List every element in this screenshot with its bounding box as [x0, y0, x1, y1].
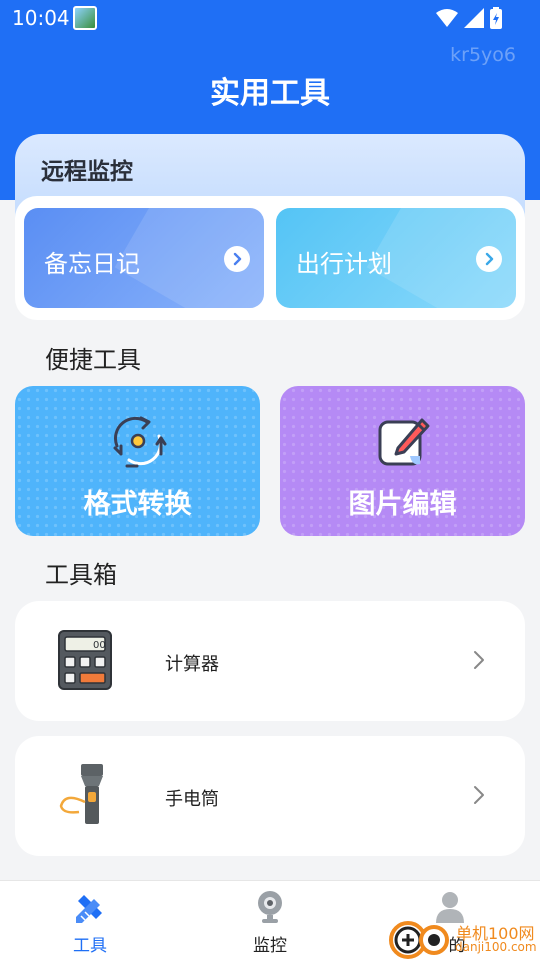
- wifi-icon: [436, 9, 458, 27]
- format-convert-card[interactable]: 格式转换: [15, 386, 260, 536]
- status-time: 10:04: [12, 6, 70, 30]
- format-convert-label: 格式转换: [83, 489, 192, 520]
- calculator-label: 计算器: [165, 654, 219, 675]
- site-logo-icon: [389, 921, 449, 959]
- remote-monitor-panel: 备忘日记 出行计划: [15, 196, 525, 320]
- signal-icon: [464, 8, 484, 28]
- chevron-right-icon: [474, 786, 484, 804]
- flashlight-icon: [59, 764, 103, 824]
- memo-diary-card[interactable]: 备忘日记: [24, 208, 264, 308]
- status-bar: 10:04: [0, 0, 540, 36]
- calculator-icon: 00: [58, 630, 112, 690]
- svg-text:00: 00: [93, 640, 106, 651]
- image-edit-label: 图片编辑: [348, 489, 457, 520]
- quick-tools-title: 便捷工具: [45, 346, 141, 374]
- nav-tab-tools[interactable]: 工具: [40, 889, 140, 956]
- nav-monitor-label: 监控: [253, 936, 287, 956]
- convert-icon: [113, 416, 167, 468]
- chevron-right-icon: [476, 246, 502, 272]
- memo-diary-label: 备忘日记: [44, 250, 140, 278]
- page-title: 实用工具: [210, 76, 330, 111]
- edit-image-icon: [378, 418, 430, 466]
- notification-app-icon: [73, 6, 97, 30]
- nav-tools-label: 工具: [73, 936, 107, 956]
- site-watermark-url: danji100.com: [455, 940, 537, 954]
- toolbox-title: 工具箱: [45, 561, 117, 589]
- calculator-row[interactable]: 00 计算器: [15, 601, 525, 721]
- nav-tab-monitor[interactable]: 监控: [220, 889, 320, 956]
- flashlight-row[interactable]: 手电筒: [15, 736, 525, 856]
- status-icons: [436, 7, 502, 29]
- battery-icon: [490, 7, 502, 29]
- webcam-icon: [258, 891, 282, 923]
- watermark: kr5yo6: [450, 44, 516, 66]
- remote-monitor-title: 远程监控: [41, 159, 133, 185]
- travel-plan-card[interactable]: 出行计划: [276, 208, 516, 308]
- remote-monitor-card: 远程监控 备忘日记 出行计划: [15, 134, 525, 320]
- image-edit-card[interactable]: 图片编辑: [280, 386, 525, 536]
- flashlight-label: 手电筒: [165, 789, 219, 810]
- ruler-pencil-icon: [76, 895, 102, 923]
- travel-plan-label: 出行计划: [296, 250, 392, 278]
- chevron-right-icon: [474, 651, 484, 669]
- chevron-right-icon: [224, 246, 250, 272]
